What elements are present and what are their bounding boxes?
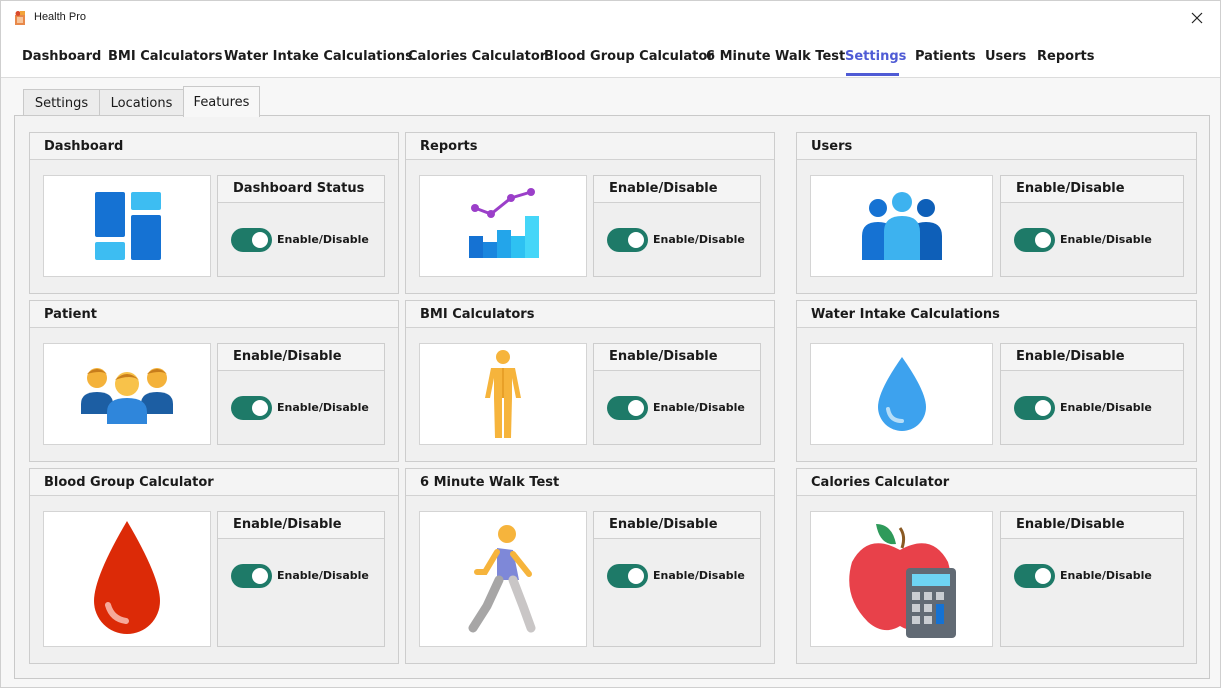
toggle-panel-title: Enable/Disable [1001,512,1183,539]
toggle-label: Enable/Disable [277,401,369,414]
card-title: BMI Calculators [406,301,774,328]
app-logo-icon [15,11,25,25]
card-image [43,511,211,647]
card-image [419,511,587,647]
toggle-label: Enable/Disable [1060,233,1152,246]
subtab-locations-label: Locations [110,95,173,111]
toggle-panel: Enable/Disable Enable/Disable [593,511,761,647]
window-title: Health Pro [34,11,86,23]
bmi-enable-toggle[interactable] [607,396,648,420]
main-navigation: Dashboard BMI Calculators Water Intake C… [1,35,1220,78]
card-title: Calories Calculator [797,469,1196,496]
card-title: Water Intake Calculations [797,301,1196,328]
toggle-panel-title: Enable/Disable [594,176,760,203]
nav-6-minute-walk-test[interactable]: 6 Minute Walk Test [706,49,845,64]
toggle-panel: Enable/Disable Enable/Disable [217,511,385,647]
feature-card-6-minute-walk: 6 Minute Walk Test Enable/Disable Enable… [405,468,775,664]
toggle-panel: Dashboard Status Enable/Disable [217,175,385,277]
card-image [419,175,587,277]
card-image [810,343,993,445]
toggle-panel-title: Enable/Disable [594,344,760,371]
water-intake-enable-toggle[interactable] [1014,396,1055,420]
feature-card-dashboard: Dashboard Dashboard Status Enable/Disabl… [29,132,399,294]
close-button[interactable] [1174,1,1220,35]
toggle-label: Enable/Disable [277,233,369,246]
patient-enable-toggle[interactable] [231,396,272,420]
human-body-icon [485,350,521,438]
toggle-panel-title: Dashboard Status [218,176,384,203]
nav-calories-calculator[interactable]: Calories Calculator [408,49,546,64]
feature-card-calories: Calories Calculator Enable/Disable Enabl… [796,468,1197,664]
features-panel: Dashboard Dashboard Status Enable/Disabl… [14,115,1210,679]
toggle-label: Enable/Disable [277,569,369,582]
card-image [419,343,587,445]
patients-group-icon [81,368,173,424]
toggle-panel: Enable/Disable Enable/Disable [593,175,761,277]
report-chart-icon [469,188,539,258]
feature-card-water-intake: Water Intake Calculations Enable/Disable… [796,300,1197,462]
dashboard-tiles-icon [95,192,161,260]
card-image [43,343,211,445]
toggle-label: Enable/Disable [653,233,745,246]
subtab-features-label: Features [193,94,250,110]
feature-card-users: Users Enable/Disable Enable/Disable [796,132,1197,294]
card-image [810,175,993,277]
subtab-settings[interactable]: Settings [23,89,100,116]
card-title: 6 Minute Walk Test [406,469,774,496]
close-icon [1191,12,1203,24]
toggle-panel: Enable/Disable Enable/Disable [1000,343,1184,445]
toggle-label: Enable/Disable [653,401,745,414]
nav-dashboard[interactable]: Dashboard [22,49,101,64]
toggle-panel: Enable/Disable Enable/Disable [1000,511,1184,647]
nav-bmi-calculators[interactable]: BMI Calculators [108,49,222,64]
feature-card-blood-group: Blood Group Calculator Enable/Disable En… [29,468,399,664]
feature-card-reports: Reports Enable/Disable Enable/Disable [405,132,775,294]
toggle-label: Enable/Disable [1060,401,1152,414]
water-drop-icon [877,357,926,431]
toggle-panel: Enable/Disable Enable/Disable [593,343,761,445]
subtab-features[interactable]: Features [183,86,260,117]
card-title: Blood Group Calculator [30,469,398,496]
toggle-label: Enable/Disable [1060,569,1152,582]
toggle-panel-title: Enable/Disable [218,344,384,371]
toggle-panel-title: Enable/Disable [594,512,760,539]
calories-enable-toggle[interactable] [1014,564,1055,588]
card-title: Reports [406,133,774,160]
walking-person-icon [468,525,536,633]
toggle-label: Enable/Disable [653,569,745,582]
toggle-panel: Enable/Disable Enable/Disable [217,343,385,445]
card-image [810,511,993,647]
nav-patients[interactable]: Patients [915,49,976,64]
dashboard-enable-toggle[interactable] [231,228,272,252]
nav-blood-group-calculator[interactable]: Blood Group Calculator [544,49,714,64]
nav-reports[interactable]: Reports [1037,49,1094,64]
feature-card-bmi-calculators: BMI Calculators Enable/Disable Enable/Di… [405,300,775,462]
reports-enable-toggle[interactable] [607,228,648,252]
toggle-panel-title: Enable/Disable [218,512,384,539]
toggle-panel-title: Enable/Disable [1001,344,1183,371]
toggle-panel: Enable/Disable Enable/Disable [1000,175,1184,277]
users-group-icon [861,192,942,260]
nav-users[interactable]: Users [985,49,1026,64]
card-title: Dashboard [30,133,398,160]
feature-card-patient: Patient Enable/Disable Enable/Disable [29,300,399,462]
subtab-settings-label: Settings [34,95,89,111]
card-title: Patient [30,301,398,328]
title-bar: Health Pro [1,1,1220,35]
blood-group-enable-toggle[interactable] [231,564,272,588]
card-title: Users [797,133,1196,160]
active-tab-indicator [846,73,899,76]
toggle-panel-title: Enable/Disable [1001,176,1183,203]
blood-drop-icon [94,521,160,634]
app-window: Health Pro Dashboard BMI Calculators Wat… [0,0,1221,688]
apple-calculator-icon [848,524,956,638]
card-image [43,175,211,277]
nav-water-intake-calculations[interactable]: Water Intake Calculations [224,49,413,64]
walk-test-enable-toggle[interactable] [607,564,648,588]
subtab-locations[interactable]: Locations [99,89,184,116]
users-enable-toggle[interactable] [1014,228,1055,252]
nav-settings[interactable]: Settings [845,49,906,64]
